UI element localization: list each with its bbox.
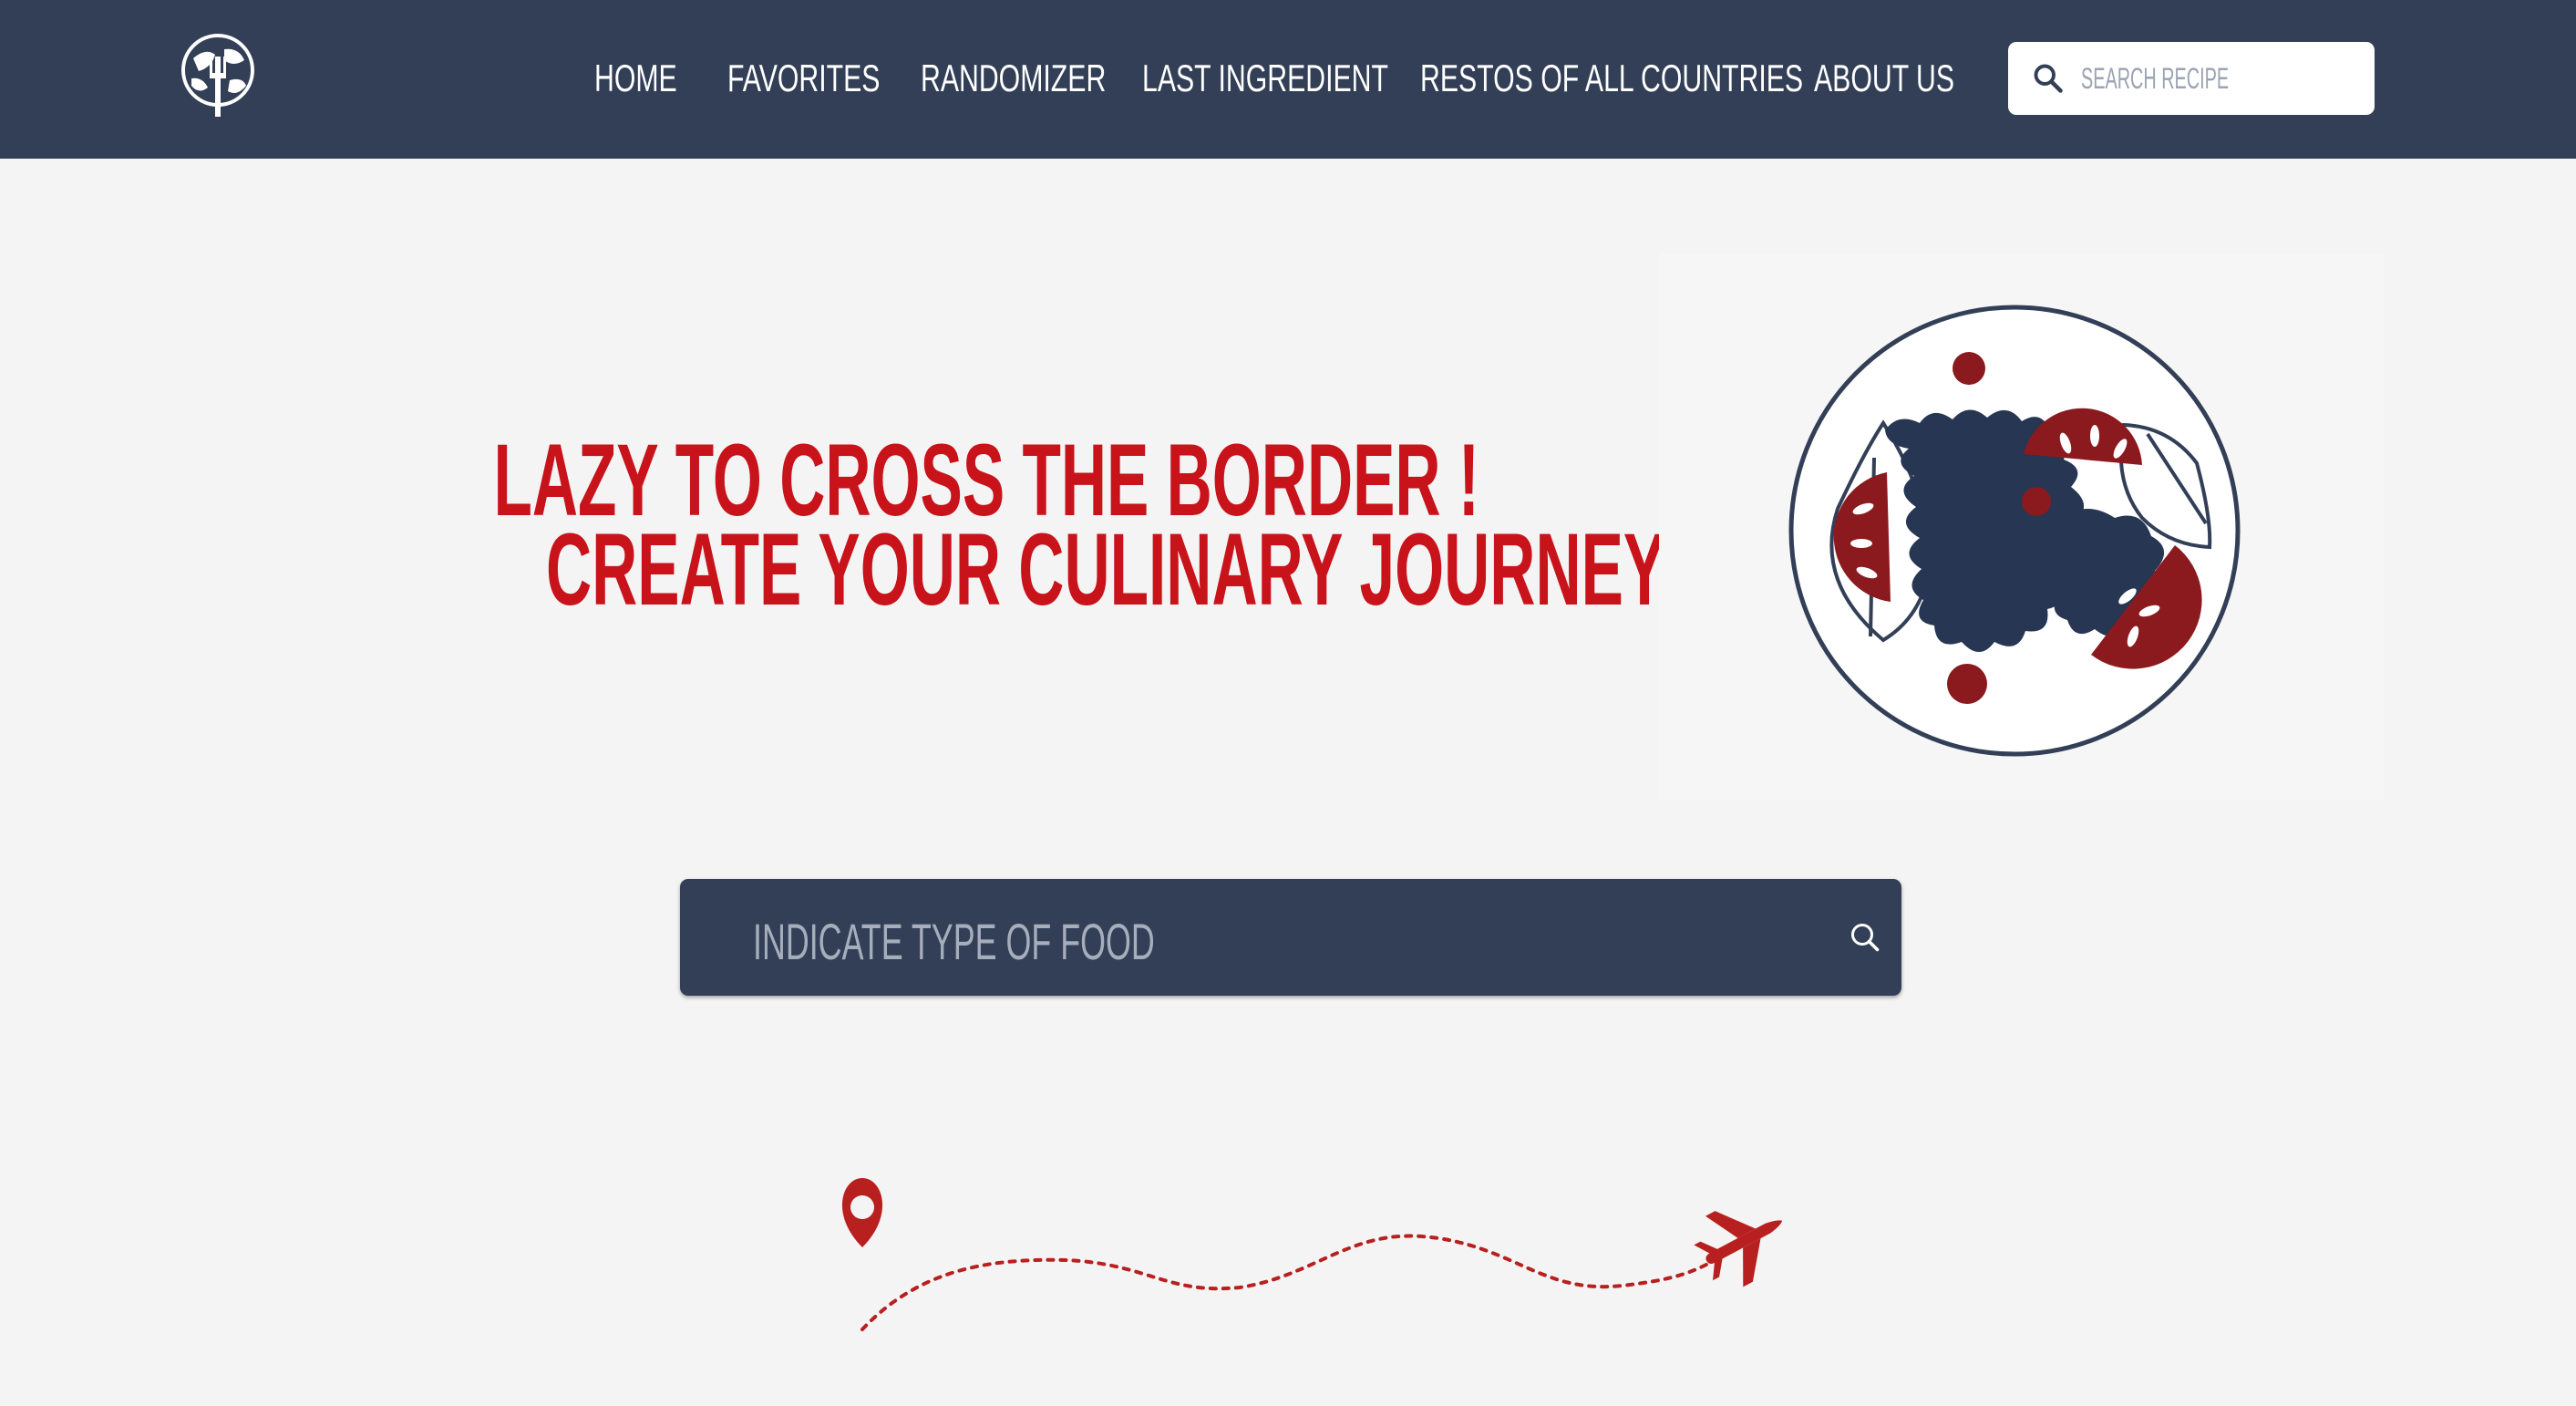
recipe-search-box[interactable]: SEARCH RECIPE [2008, 42, 2375, 115]
hero-heading: LAZY TO CROSS THE BORDER ! CREATE YOUR C… [191, 429, 1704, 626]
search-icon[interactable] [2032, 62, 2065, 95]
nav-about-us[interactable]: ABOUT US [1814, 55, 2009, 102]
recipe-search-input[interactable]: SEARCH RECIPE [2081, 62, 2319, 96]
nav-randomizer[interactable]: RANDOMIZER [921, 55, 1178, 102]
plate-illustration-container [1659, 253, 2385, 801]
food-type-search-bar[interactable]: INDICATE TYPE OF FOOD [680, 879, 1901, 996]
journey-path-decoration [841, 1178, 1783, 1331]
nav-home[interactable]: HOME [594, 55, 709, 102]
search-icon[interactable] [1849, 921, 1881, 954]
globe-fork-logo-icon[interactable] [179, 31, 257, 122]
food-type-input[interactable]: INDICATE TYPE OF FOOD [753, 912, 1381, 971]
nav-favorites[interactable]: FAVORITES [727, 55, 940, 102]
airplane-icon [1694, 1211, 1783, 1287]
salad-plate-illustration [1788, 305, 2241, 757]
hero-line-2: CREATE YOUR CULINARY JOURNEY ! [546, 512, 1704, 626]
location-pin-icon [841, 1178, 883, 1247]
top-navbar: HOME FAVORITES RANDOMIZER LAST INGREDIEN… [0, 0, 2576, 159]
